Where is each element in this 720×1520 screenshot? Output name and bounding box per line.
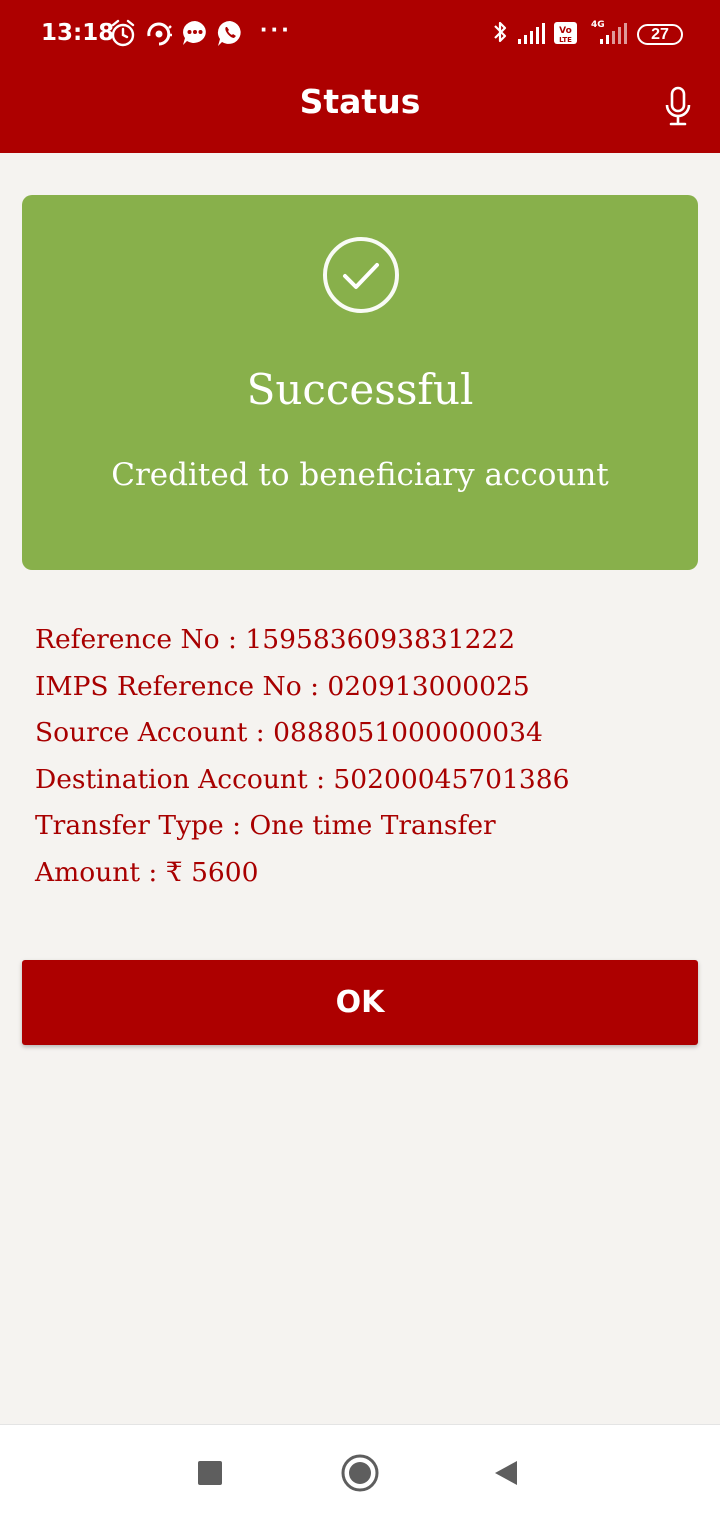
transaction-details: Reference No : 1595836093831222 IMPS Ref… — [35, 620, 569, 899]
destination-account: Destination Account : 50200045701386 — [35, 763, 570, 795]
status-card: Successful Credited to beneficiary accou… — [22, 195, 698, 570]
sync-icon — [147, 22, 172, 46]
check-circle-icon — [323, 237, 399, 313]
recents-square-icon[interactable] — [198, 1461, 222, 1485]
app-bar: Status — [0, 68, 720, 153]
back-triangle-icon[interactable] — [493, 1459, 519, 1487]
signal-1-icon — [518, 23, 545, 44]
alarm-icon — [111, 19, 135, 47]
reference-no: Reference No : 1595836093831222 — [35, 624, 516, 655]
status-time: 13:18 — [41, 20, 115, 46]
bluetooth-icon — [494, 21, 507, 43]
transfer-type: Transfer Type : One time Transfer — [35, 810, 496, 841]
page-title: Status — [299, 82, 421, 121]
status-bar: 13:18 ··· Vo LTE 4G 27 — [0, 0, 720, 68]
amount: Amount : ₹ 5600 — [35, 856, 259, 888]
navigation-bar — [0, 1424, 720, 1520]
chat-icon — [183, 21, 206, 45]
imps-reference-no: IMPS Reference No : 020913000025 — [35, 670, 530, 702]
whatsapp-icon — [217, 20, 241, 46]
status-subtitle: Credited to beneficiary account — [111, 457, 609, 493]
volte-icon: Vo LTE — [554, 22, 577, 44]
svg-text:LTE: LTE — [559, 36, 572, 44]
status-title: Successful — [246, 365, 474, 414]
signal-2-icon: 4G — [591, 20, 627, 44]
svg-text:4G: 4G — [591, 20, 605, 30]
mic-icon[interactable] — [662, 86, 694, 128]
more-notifications-icon: ··· — [260, 14, 292, 44]
ok-button[interactable]: OK — [22, 960, 698, 1045]
battery-icon: 27 — [637, 24, 683, 45]
source-account: Source Account : 0888051000000034 — [35, 717, 543, 748]
home-circle-icon[interactable] — [340, 1453, 380, 1493]
svg-text:Vo: Vo — [559, 26, 572, 36]
